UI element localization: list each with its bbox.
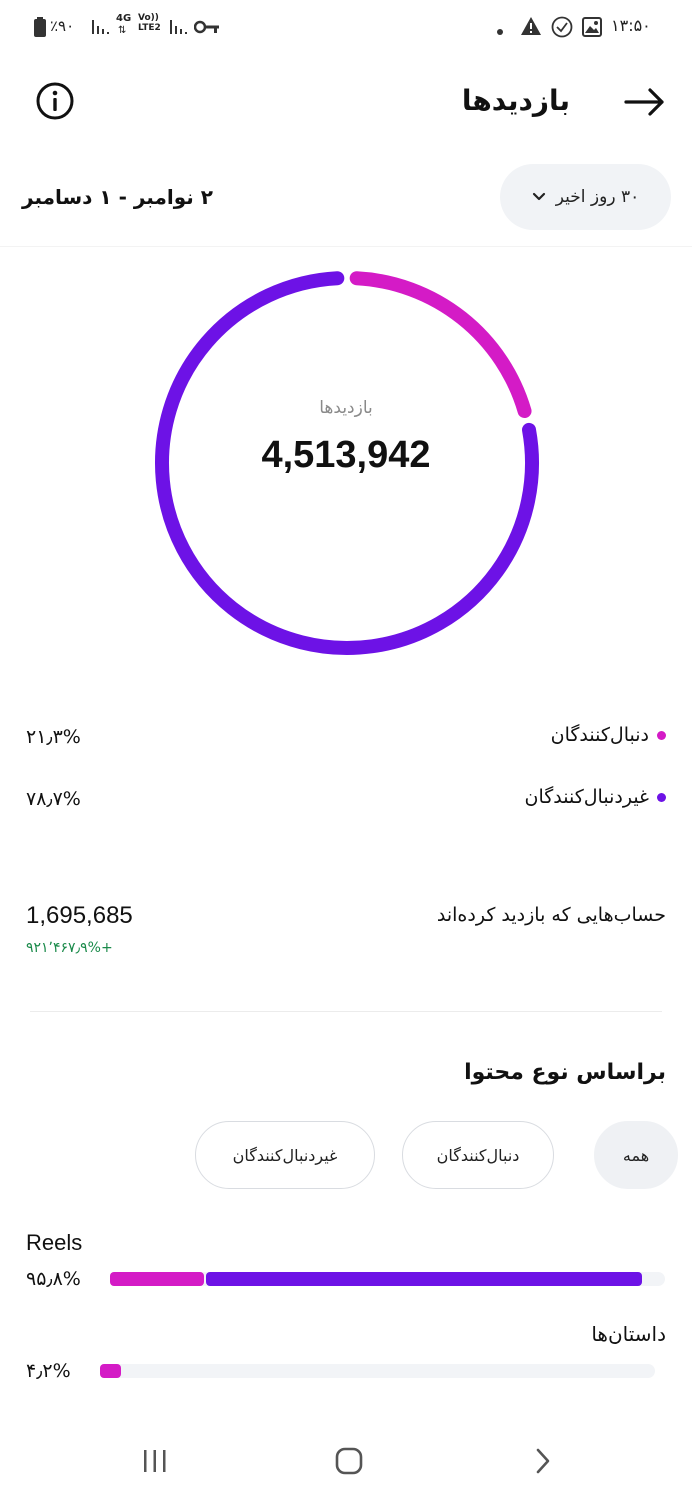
donut-arc-followers bbox=[349, 271, 532, 419]
clock: ۱۳:۵۰ bbox=[611, 16, 651, 35]
warning-icon bbox=[520, 16, 542, 40]
legend-value-non-followers: ۷۸٫۷% bbox=[26, 788, 81, 810]
signal-2-icon bbox=[170, 18, 188, 40]
info-icon bbox=[36, 82, 74, 120]
recent-apps-icon bbox=[144, 1450, 166, 1472]
header-divider bbox=[0, 246, 692, 247]
content-bar-reels bbox=[110, 1272, 665, 1286]
home-icon bbox=[335, 1447, 363, 1475]
accounts-value: 1,695,685 bbox=[26, 902, 133, 929]
image-icon bbox=[582, 17, 602, 41]
filter-all[interactable]: همه bbox=[594, 1121, 678, 1189]
donut-center-label: بازدیدها bbox=[319, 398, 373, 418]
donut-total: 4,513,942 bbox=[261, 434, 431, 476]
network-volte-label: Vo)) LTE2 bbox=[138, 13, 161, 33]
chevron-down-icon bbox=[532, 187, 546, 207]
status-bar: ٪۹۰ 4G ⇅ Vo)) LTE2 ۱۳:۵۰ bbox=[0, 0, 692, 56]
network-4g-label: 4G bbox=[116, 13, 132, 24]
content-bar-segment-non-followers bbox=[205, 1272, 642, 1286]
back-button[interactable] bbox=[622, 82, 668, 122]
battery-icon bbox=[34, 17, 46, 41]
check-circle-icon bbox=[551, 16, 573, 42]
legend-item-followers: دنبال‌کنندگان bbox=[551, 724, 666, 746]
content-row-name-stories: داستان‌ها bbox=[591, 1322, 666, 1346]
home-button[interactable] bbox=[326, 1438, 372, 1484]
content-bar-segment-followers bbox=[110, 1272, 204, 1286]
signal-icon bbox=[92, 18, 110, 40]
data-arrows-icon: ⇅ bbox=[118, 25, 127, 36]
legend-value-followers: ۲۱٫۳% bbox=[26, 726, 81, 748]
arrow-right-icon bbox=[624, 88, 664, 116]
accounts-label: حساب‌هایی که بازدید کرده‌اند bbox=[436, 904, 666, 926]
section-divider bbox=[30, 1011, 662, 1012]
accounts-change: +۹۲۱٬۴۶۷٫۹% bbox=[26, 940, 113, 956]
range-selector-label: ۳۰ روز اخیر bbox=[555, 187, 640, 207]
legend-label: غیردنبال‌کنندگان bbox=[524, 786, 649, 808]
page-title: بازدیدها bbox=[461, 84, 570, 117]
range-selector[interactable]: ۳۰ روز اخیر bbox=[500, 164, 671, 230]
date-range: ۲ نوامبر - ۱ دسامبر bbox=[22, 185, 213, 209]
legend-label: دنبال‌کنندگان bbox=[550, 724, 649, 746]
non-followers-dot-icon bbox=[657, 792, 666, 802]
content-row-value-stories: ۴٫۲% bbox=[26, 1360, 71, 1382]
content-bar-stories bbox=[100, 1364, 655, 1378]
info-button[interactable] bbox=[34, 80, 76, 122]
system-nav-bar bbox=[0, 1420, 692, 1500]
content-type-title: براساس نوع محتوا bbox=[464, 1060, 666, 1085]
filter-non-followers[interactable]: غیردنبال‌کنندگان bbox=[195, 1121, 375, 1189]
back-nav-button[interactable] bbox=[520, 1438, 566, 1484]
content-row-value-reels: ۹۵٫۸% bbox=[26, 1268, 81, 1290]
followers-dot-icon bbox=[657, 730, 666, 740]
notification-dot-icon bbox=[496, 22, 504, 40]
recent-apps-button[interactable] bbox=[132, 1438, 178, 1484]
content-row-name-reels: Reels bbox=[26, 1230, 83, 1255]
battery-level: ٪۹۰ bbox=[50, 17, 75, 35]
filter-label: همه bbox=[622, 1145, 650, 1165]
legend-item-non-followers: غیردنبال‌کنندگان bbox=[524, 786, 666, 808]
filter-label: غیردنبال‌کنندگان bbox=[232, 1145, 338, 1165]
chevron-right-icon bbox=[536, 1448, 550, 1474]
filter-followers[interactable]: دنبال‌کنندگان bbox=[402, 1121, 554, 1189]
filter-label: دنبال‌کنندگان bbox=[436, 1145, 520, 1165]
content-bar-segment-followers bbox=[100, 1364, 122, 1378]
vpn-key-icon bbox=[193, 20, 220, 38]
